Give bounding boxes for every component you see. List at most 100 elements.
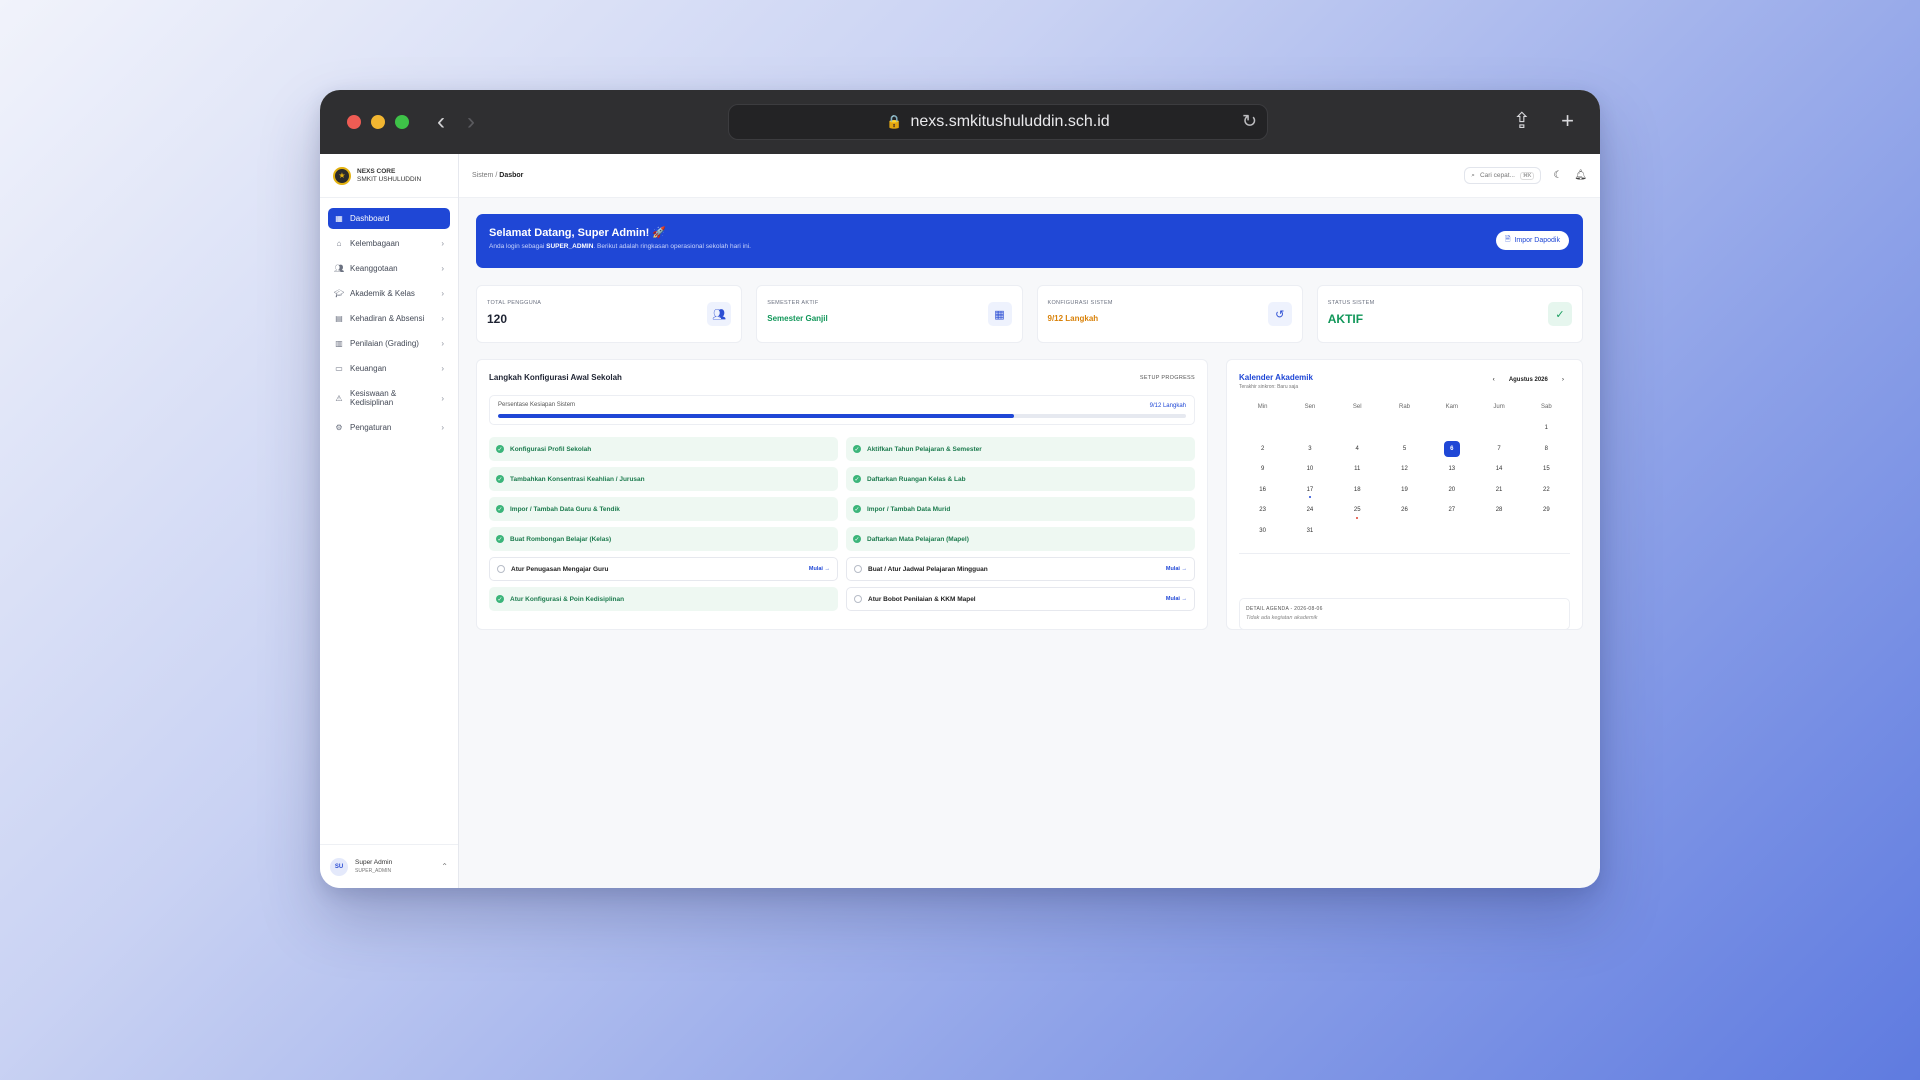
impor-dapodik-button[interactable]: 🗎 Impor Dapodik — [1495, 231, 1569, 250]
sidebar-item-keanggotaan[interactable]: 👥︎ Keanggotaan › — [328, 258, 450, 279]
calendar-day[interactable]: 14 — [1475, 459, 1522, 480]
calendar-day[interactable]: 10 — [1286, 459, 1333, 480]
calendar-day[interactable]: 8 — [1523, 439, 1570, 460]
calendar-day[interactable]: 1 — [1523, 418, 1570, 439]
empty-circle-icon — [854, 595, 862, 603]
calendar-day[interactable]: 19 — [1381, 480, 1428, 501]
address-bar[interactable]: 🔒 nexs.smkitushuluddin.sch.id ↻ — [728, 104, 1268, 140]
breadcrumb: Sistem / Dasbor — [472, 172, 1464, 179]
stat-card: STATUS SISTEM AKTIF ✓ — [1316, 285, 1583, 343]
calendar-day[interactable]: 20 — [1428, 480, 1475, 501]
calendar-day[interactable]: 25 — [1334, 500, 1381, 521]
setup-step-label: Tambahkan Konsentrasi Keahlian / Jurusan — [510, 475, 645, 483]
sidebar-item-kehadiran-absensi[interactable]: ▤ Kehadiran & Absensi › — [328, 308, 450, 329]
browser-actions: ⇪ + — [1513, 108, 1574, 134]
start-step-link[interactable]: Mulai → — [1166, 566, 1187, 572]
calendar-day[interactable]: 21 — [1475, 480, 1522, 501]
setup-step: ✓ Buat Rombongan Belajar (Kelas) — [489, 527, 838, 551]
calendar-day[interactable]: 4 — [1334, 439, 1381, 460]
calendar-day[interactable]: 28 — [1475, 500, 1522, 521]
stat-value: 120 — [487, 312, 508, 326]
start-step-link[interactable]: Mulai → — [1166, 596, 1187, 602]
brand-name: NEXS CORE — [357, 167, 396, 175]
calendar-day[interactable]: 2 — [1239, 439, 1286, 460]
calendar-day[interactable]: 18 — [1334, 480, 1381, 501]
quick-search[interactable]: ⌕ Cari cepat... ⌘K — [1464, 167, 1542, 184]
wallet-icon: ▭ — [335, 364, 343, 373]
progress-track — [498, 414, 1186, 418]
forward-arrow-icon[interactable]: › — [467, 108, 475, 136]
user-name: Super Admin — [355, 858, 393, 866]
maximize-window-button[interactable] — [395, 115, 409, 129]
calendar-day[interactable]: 6 — [1428, 439, 1475, 460]
calendar-day[interactable]: 12 — [1381, 459, 1428, 480]
calendar-day[interactable]: 7 — [1475, 439, 1522, 460]
weekday-header: Min — [1257, 404, 1268, 410]
user-profile[interactable]: SU Super Admin SUPER_ADMIN ⌃ — [320, 844, 458, 888]
progress-count: 9/12 Langkah — [1149, 403, 1186, 409]
calendar-day[interactable]: 16 — [1239, 480, 1286, 501]
banner-subtitle-post: . Berikut adalah ringkasan operasional s… — [593, 243, 751, 250]
dashboard-content: Selamat Datang, Super Admin! 🚀 Anda logi… — [459, 198, 1600, 646]
weekday-header: Kam — [1445, 404, 1458, 410]
reload-icon[interactable]: ↻ — [1242, 111, 1257, 132]
setup-step: ✓ Impor / Tambah Data Guru & Tendik — [489, 497, 838, 521]
lower-panels: Langkah Konfigurasi Awal Sekolah SETUP P… — [476, 359, 1583, 630]
moon-icon[interactable]: ☾ — [1553, 170, 1562, 181]
search-icon: ⌕ — [1471, 171, 1475, 179]
calendar-icon: ▦ — [987, 302, 1012, 326]
check-circle-icon: ✓ — [496, 445, 504, 453]
chevron-right-icon[interactable]: › — [1562, 376, 1564, 383]
banner-subtitle-role: SUPER_ADMIN — [546, 243, 594, 250]
window-controls — [347, 115, 409, 129]
event-dot — [1308, 496, 1311, 498]
search-shortcut: ⌘K — [1519, 171, 1535, 180]
calendar-day[interactable]: 15 — [1523, 459, 1570, 480]
sidebar-item-keuangan[interactable]: ▭ Keuangan › — [328, 358, 450, 379]
start-step-link[interactable]: Mulai → — [809, 566, 830, 572]
setup-step[interactable]: Buat / Atur Jadwal Pelajaran Mingguan Mul… — [846, 557, 1195, 581]
calendar-day[interactable]: 22 — [1523, 480, 1570, 501]
empty-circle-icon — [854, 565, 862, 573]
calendar-day[interactable]: 17 — [1286, 480, 1333, 501]
calendar-day[interactable]: 27 — [1428, 500, 1475, 521]
share-icon[interactable]: ⇪ — [1513, 108, 1531, 134]
setup-step-label: Impor / Tambah Data Murid — [867, 505, 951, 513]
empty-day — [1334, 418, 1381, 439]
bell-icon[interactable]: 🔔︎ — [1574, 170, 1587, 181]
sidebar-item-kesiswaan-kedisiplinan[interactable]: ⚠︎ Kesiswaan & Kedisiplinan › — [328, 383, 450, 413]
sidebar-item-akademik-kelas[interactable]: 🎓︎ Akademik & Kelas › — [328, 283, 450, 304]
empty-day — [1286, 418, 1333, 439]
breadcrumb-root[interactable]: Sistem — [472, 172, 493, 179]
readiness-progress: Persentase Kesiapan Sistem 9/12 Langkah — [489, 395, 1195, 425]
chevron-left-icon[interactable]: ‹ — [1493, 376, 1495, 383]
sidebar-item-kelembagaan[interactable]: ⌂ Kelembagaan › — [328, 233, 450, 254]
new-tab-icon[interactable]: + — [1561, 108, 1574, 134]
calendar-day[interactable]: 26 — [1381, 500, 1428, 521]
calendar-day[interactable]: 13 — [1428, 459, 1475, 480]
weekday-header: Jum — [1493, 404, 1505, 410]
calendar-day[interactable]: 9 — [1239, 459, 1286, 480]
app: ★ NEXS CORE SMKIT USHULUDDIN ▦ Dashboard ⌂… — [320, 154, 1600, 888]
calendar-day[interactable]: 29 — [1523, 500, 1570, 521]
sidebar-item-pengaturan[interactable]: ⚙︎ Pengaturan › — [328, 417, 450, 438]
calendar-day[interactable]: 31 — [1286, 521, 1333, 542]
close-window-button[interactable] — [347, 115, 361, 129]
weekday-header: Sen — [1304, 404, 1316, 410]
back-arrow-icon[interactable]: ‹ — [437, 108, 445, 136]
setup-step[interactable]: Atur Bobot Penilaian & KKM Mapel Mulai → — [846, 587, 1195, 611]
calendar-day[interactable]: 11 — [1334, 459, 1381, 480]
setup-step[interactable]: Atur Penugasan Mengajar Guru Mulai → — [489, 557, 838, 581]
calendar-day[interactable]: 24 — [1286, 500, 1333, 521]
calendar-day[interactable]: 23 — [1239, 500, 1286, 521]
minimize-window-button[interactable] — [371, 115, 385, 129]
progress-label: Persentase Kesiapan Sistem — [498, 402, 576, 408]
setup-step-label: Daftarkan Mata Pelajaran (Mapel) — [867, 535, 969, 543]
sidebar-item-penilaian-grading[interactable]: ▥ Penilaian (Grading) › — [328, 333, 450, 354]
sidebar-item-dashboard[interactable]: ▦ Dashboard — [328, 208, 450, 229]
calendar-day[interactable]: 30 — [1239, 521, 1286, 542]
calendar-day[interactable]: 5 — [1381, 439, 1428, 460]
calendar-day[interactable]: 3 — [1286, 439, 1333, 460]
setup-step: ✓ Impor / Tambah Data Murid — [846, 497, 1195, 521]
calendar-card: Kalender Akademik Terakhir sinkron: Baru… — [1226, 359, 1583, 630]
